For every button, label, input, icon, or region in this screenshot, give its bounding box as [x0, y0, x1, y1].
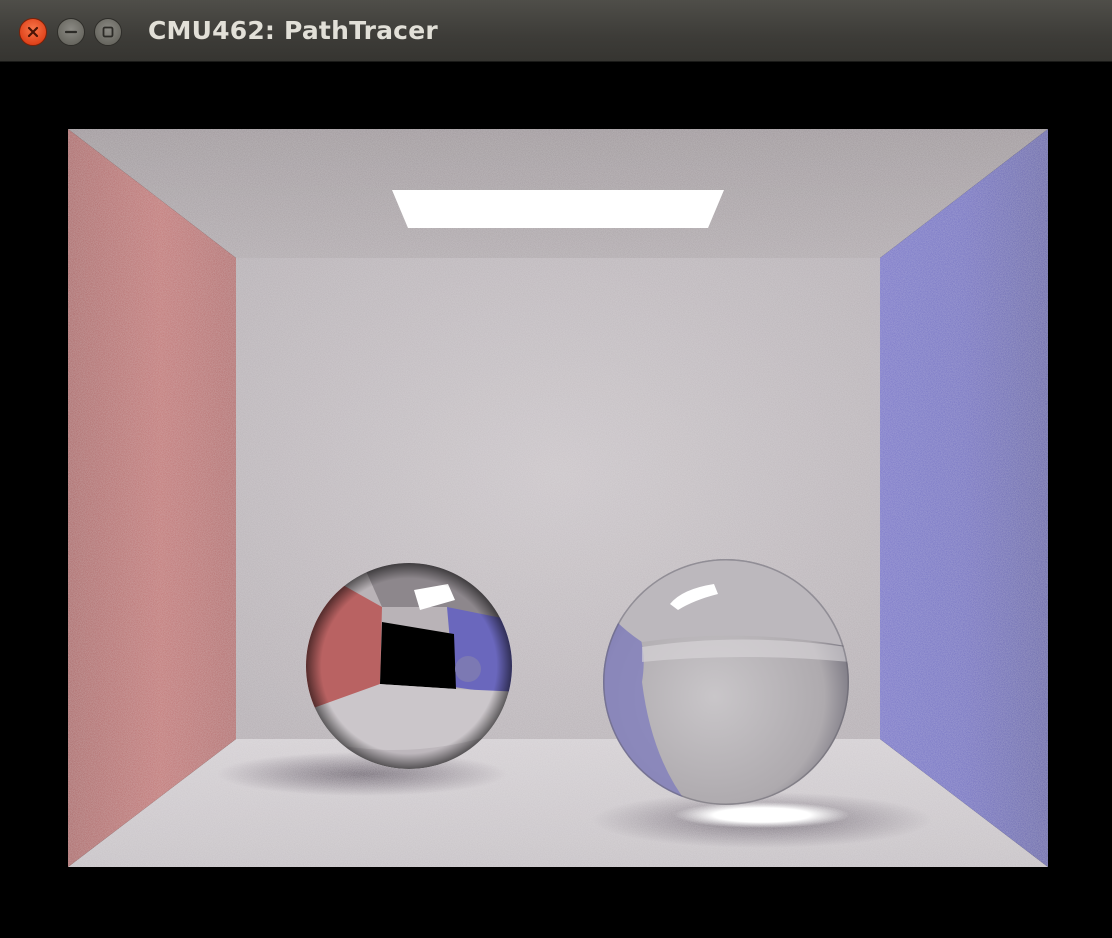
mirror-sphere-shadow	[217, 752, 507, 796]
maximize-icon	[102, 26, 114, 38]
close-button[interactable]	[19, 18, 47, 46]
cornell-box	[68, 129, 1048, 867]
glass-caustic	[674, 802, 850, 828]
render-viewport[interactable]	[2, 62, 1110, 938]
path-traced-render	[68, 129, 1048, 867]
maximize-button[interactable]	[94, 18, 122, 46]
floor	[68, 739, 1048, 867]
left-wall	[68, 129, 236, 867]
close-icon	[27, 26, 39, 38]
area-light	[392, 190, 724, 228]
minimize-icon	[64, 30, 78, 34]
app-window: CMU462: PathTracer	[0, 0, 1112, 938]
window-title: CMU462: PathTracer	[148, 16, 438, 45]
right-wall	[880, 129, 1048, 867]
minimize-button[interactable]	[57, 18, 85, 46]
title-bar[interactable]: CMU462: PathTracer	[0, 0, 1112, 62]
